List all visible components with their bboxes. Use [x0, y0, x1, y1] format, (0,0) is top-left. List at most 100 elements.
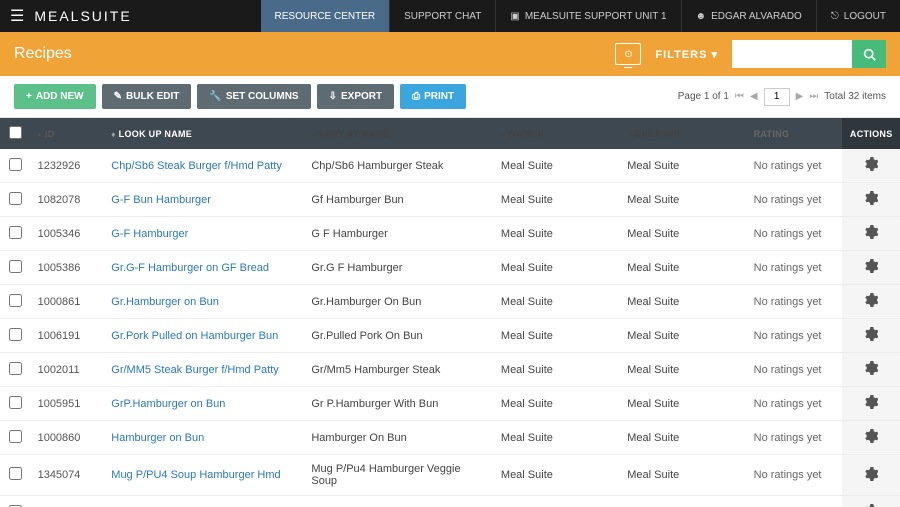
cell-id: 1345074 — [32, 455, 106, 496]
recipes-table: ♦ID ♦LOOK UP NAME ♦DISPLAY NAME ♦OWNER ♦… — [0, 118, 900, 507]
pager-next[interactable]: ▶ — [796, 91, 804, 102]
table-row: 1006191Gr.Pork Pulled on Hamburger BunGr… — [0, 319, 900, 353]
col-rating-label: RATING — [754, 129, 790, 139]
print-icon: ⎙ — [412, 91, 420, 102]
col-creator-header[interactable]: ♦CREATOR — [621, 118, 747, 149]
nav-user[interactable]: ☻EDGAR ALVARADO — [681, 0, 816, 32]
cell-creator: Meal Suite — [621, 319, 747, 353]
pager-last[interactable]: ⏭ — [809, 91, 818, 102]
lookup-link[interactable]: Mug P/PU4 Soup Hamburger Hmd — [111, 469, 280, 481]
lookup-link[interactable]: Chp/Sb6 Steak Burger f/Hmd Patty — [111, 160, 282, 172]
cell-display: Mug P/Pu4 Hamburger Veggie Soup — [305, 455, 495, 496]
set-columns-button[interactable]: 🔧SET COLUMNS — [197, 84, 310, 109]
page-title: Recipes — [14, 45, 72, 63]
row-actions-gear-icon[interactable] — [864, 467, 878, 481]
cell-display: G F Hamburger — [305, 217, 495, 251]
add-new-button[interactable]: +ADD NEW — [14, 84, 96, 109]
table-row: 1005346G-F HamburgerG F HamburgerMeal Su… — [0, 217, 900, 251]
nav-logout[interactable]: ⎋ LOGOUT — [816, 0, 900, 32]
bulk-label: BULK EDIT — [126, 91, 179, 102]
col-rating-header[interactable]: RATING — [748, 118, 843, 149]
table-row: 1002011Gr/MM5 Steak Burger f/Hmd PattyGr… — [0, 353, 900, 387]
filters-dropdown[interactable]: FILTERS ▾ — [655, 48, 718, 61]
cell-id: 1007612 — [32, 496, 106, 507]
row-checkbox[interactable] — [9, 328, 22, 341]
toolbar: +ADD NEW ✎ BULK EDIT 🔧SET COLUMNS ⇩EXPORT… — [0, 76, 900, 117]
row-checkbox[interactable] — [9, 226, 22, 239]
col-owner-label: OWNER — [508, 129, 544, 139]
row-actions-gear-icon[interactable] — [864, 191, 878, 205]
cell-rating: No ratings yet — [748, 353, 843, 387]
row-checkbox[interactable] — [9, 294, 22, 307]
row-actions-gear-icon[interactable] — [864, 157, 878, 171]
menu-icon[interactable]: ☰ — [0, 6, 34, 26]
lookup-link[interactable]: Gr.Pork Pulled on Hamburger Bun — [111, 330, 278, 342]
bulk-edit-button[interactable]: ✎ BULK EDIT — [102, 84, 192, 109]
nav-logout-label: LOGOUT — [844, 11, 886, 22]
row-actions-gear-icon[interactable] — [864, 429, 878, 443]
lookup-link[interactable]: GrP.Hamburger on Bun — [111, 398, 225, 410]
row-checkbox[interactable] — [9, 467, 22, 480]
cell-owner: Meal Suite — [495, 421, 621, 455]
lookup-link[interactable]: Gr.G-F Hamburger on GF Bread — [111, 262, 269, 274]
row-checkbox[interactable] — [9, 430, 22, 443]
select-all-checkbox[interactable] — [9, 126, 22, 139]
print-button[interactable]: ⎙PRINT — [400, 84, 466, 109]
logout-icon: ⎋ — [831, 11, 839, 22]
col-id-header[interactable]: ♦ID — [32, 118, 106, 149]
row-actions-gear-icon[interactable] — [864, 327, 878, 341]
lookup-link[interactable]: G-F Hamburger — [111, 228, 188, 240]
cell-owner: Meal Suite — [495, 217, 621, 251]
table-scroll[interactable]: ♦ID ♦LOOK UP NAME ♦DISPLAY NAME ♦OWNER ♦… — [0, 117, 900, 507]
col-display-header[interactable]: ♦DISPLAY NAME — [305, 118, 495, 149]
sort-icon: ♦ — [501, 130, 505, 139]
wrench-icon: 🔧 — [209, 91, 221, 102]
row-actions-gear-icon[interactable] — [864, 395, 878, 409]
row-actions-gear-icon[interactable] — [864, 259, 878, 273]
cell-creator: Meal Suite — [621, 421, 747, 455]
cell-creator: Meal Suite — [621, 217, 747, 251]
row-checkbox[interactable] — [9, 362, 22, 375]
col-owner-header[interactable]: ♦OWNER — [495, 118, 621, 149]
cell-rating: No ratings yet — [748, 455, 843, 496]
search-wrap — [732, 40, 886, 68]
pager-input[interactable] — [764, 88, 790, 106]
lookup-link[interactable]: Gr/MM5 Steak Burger f/Hmd Patty — [111, 364, 279, 376]
pager-prev[interactable]: ◀ — [750, 91, 758, 102]
lookup-link[interactable]: G-F Bun Hamburger — [111, 194, 211, 206]
row-actions-gear-icon[interactable] — [864, 361, 878, 375]
cell-id: 1232926 — [32, 149, 106, 183]
lookup-link[interactable]: Hamburger on Bun — [111, 432, 204, 444]
edit-icon: ✎ — [114, 91, 122, 102]
nav-unit[interactable]: ▣MEALSUITE SUPPORT UNIT 1 — [495, 0, 680, 32]
row-checkbox[interactable] — [9, 192, 22, 205]
row-checkbox[interactable] — [9, 396, 22, 409]
cell-display: P/Pu4 G F Hamburger — [305, 496, 495, 507]
cell-display: Hamburger On Bun — [305, 421, 495, 455]
search-input[interactable] — [732, 40, 852, 68]
pager-first[interactable]: ⏮ — [735, 91, 744, 102]
row-checkbox[interactable] — [9, 158, 22, 171]
row-actions-gear-icon[interactable] — [864, 225, 878, 239]
add-label: ADD NEW — [36, 91, 84, 102]
search-button[interactable] — [852, 40, 886, 68]
top-nav: RESOURCE CENTER SUPPORT CHAT ▣MEALSUITE … — [261, 0, 900, 32]
nav-support-chat[interactable]: SUPPORT CHAT — [389, 0, 495, 32]
col-lookup-header[interactable]: ♦LOOK UP NAME — [105, 118, 305, 149]
cell-rating: No ratings yet — [748, 183, 843, 217]
cell-display: Gr/Mm5 Hamburger Steak — [305, 353, 495, 387]
table-row: 1005951GrP.Hamburger on BunGr P.Hamburge… — [0, 387, 900, 421]
display-icon[interactable]: ⊙ — [615, 43, 641, 65]
row-checkbox[interactable] — [9, 260, 22, 273]
col-actions-header: ACTIONS — [842, 118, 900, 149]
col-creator-label: CREATOR — [635, 129, 681, 139]
export-button[interactable]: ⇩EXPORT — [317, 84, 395, 109]
cell-rating: No ratings yet — [748, 217, 843, 251]
cell-creator: Meal Suite — [621, 251, 747, 285]
lookup-link[interactable]: Gr.Hamburger on Bun — [111, 296, 219, 308]
cell-id: 1000861 — [32, 285, 106, 319]
row-actions-gear-icon[interactable] — [864, 293, 878, 307]
building-icon: ▣ — [510, 11, 519, 22]
nav-resource-center[interactable]: RESOURCE CENTER — [261, 0, 390, 32]
cell-owner: Meal Suite — [495, 149, 621, 183]
